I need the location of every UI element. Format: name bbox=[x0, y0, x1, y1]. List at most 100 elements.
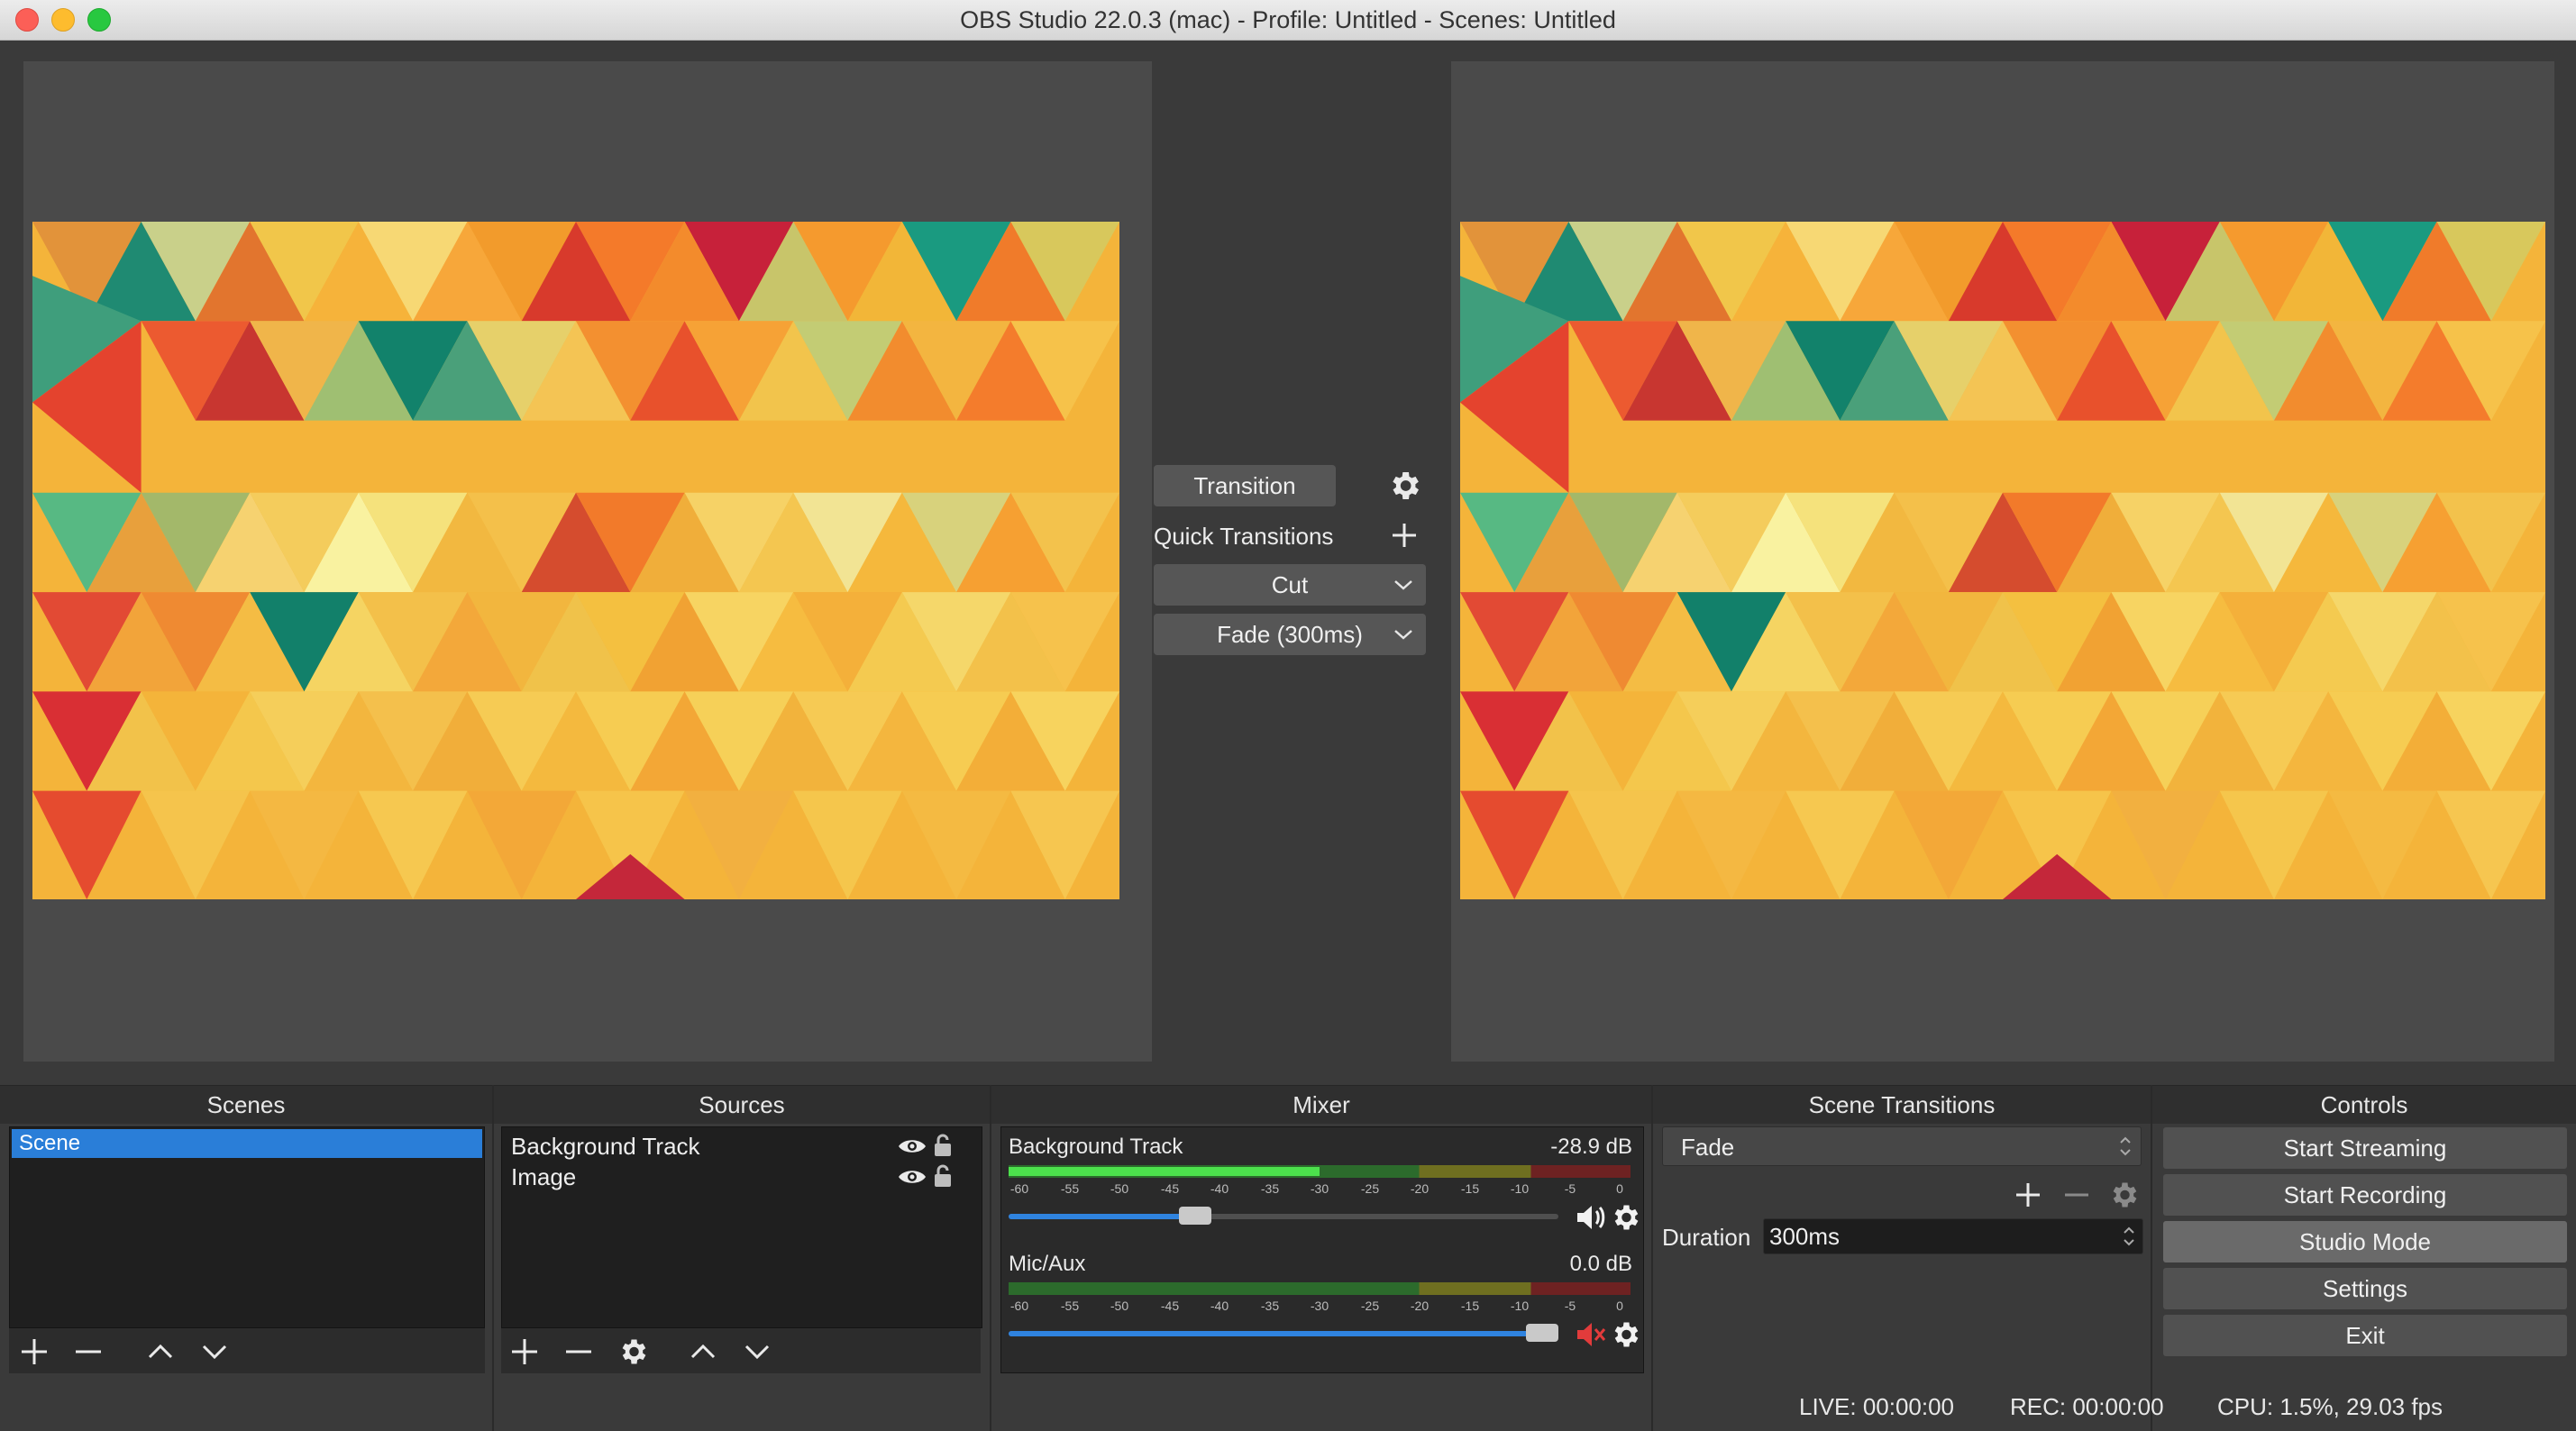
source-item[interactable]: Image bbox=[511, 1162, 971, 1192]
add-transition-icon[interactable] bbox=[2014, 1180, 2042, 1209]
add-scene-icon[interactable] bbox=[18, 1335, 50, 1368]
preview-pane[interactable] bbox=[23, 61, 1152, 1062]
transition-properties-gear-icon[interactable] bbox=[2107, 1179, 2140, 1211]
start-recording-label: Start Recording bbox=[2283, 1180, 2447, 1208]
duration-spinbox[interactable]: 300ms bbox=[1763, 1218, 2143, 1254]
volume-meter bbox=[1009, 1165, 1631, 1178]
sources-toolbar bbox=[501, 1328, 981, 1373]
exit-label: Exit bbox=[2345, 1321, 2385, 1349]
exit-button[interactable]: Exit bbox=[2163, 1315, 2567, 1356]
scenes-list[interactable]: Scene bbox=[9, 1126, 485, 1328]
meter-tick-label: -40 bbox=[1210, 1181, 1229, 1196]
settings-label: Settings bbox=[2323, 1274, 2407, 1302]
speaker-icon[interactable] bbox=[1575, 1203, 1607, 1232]
transition-gear-icon[interactable] bbox=[1386, 468, 1422, 504]
move-source-up-icon[interactable] bbox=[687, 1335, 719, 1368]
volume-slider-handle[interactable] bbox=[1526, 1324, 1558, 1342]
scene-transitions-dock-header: Scene Transitions bbox=[1653, 1085, 2151, 1124]
source-item-label: Image bbox=[511, 1163, 577, 1190]
chevron-down-icon[interactable] bbox=[1393, 626, 1413, 643]
move-scene-up-icon[interactable] bbox=[144, 1335, 177, 1368]
source-item-label: Background Track bbox=[511, 1133, 700, 1160]
cpu-status: CPU: 1.5%, 29.03 fps bbox=[2217, 1393, 2444, 1420]
meter-tick-label: 0 bbox=[1616, 1299, 1623, 1313]
remove-scene-icon[interactable] bbox=[72, 1335, 105, 1368]
duration-label: Duration bbox=[1662, 1224, 1751, 1251]
source-properties-gear-icon[interactable] bbox=[617, 1335, 649, 1368]
studio-mode-button[interactable]: Studio Mode bbox=[2163, 1221, 2567, 1262]
quick-transition-cut-label: Cut bbox=[1271, 570, 1309, 598]
scene-list-item[interactable]: Scene bbox=[12, 1129, 482, 1158]
channel-gear-icon[interactable] bbox=[1609, 1318, 1641, 1351]
scenes-title: Scenes bbox=[206, 1090, 286, 1118]
meter-tick-label: -30 bbox=[1310, 1299, 1329, 1313]
meter-tick-label: -35 bbox=[1260, 1299, 1280, 1313]
move-source-down-icon[interactable] bbox=[741, 1335, 773, 1368]
program-image bbox=[1460, 222, 2545, 899]
scenes-dock-header: Scenes bbox=[0, 1085, 492, 1124]
move-scene-down-icon[interactable] bbox=[198, 1335, 231, 1368]
meter-tick-label: -45 bbox=[1160, 1181, 1180, 1196]
visibility-eye-icon[interactable] bbox=[897, 1167, 927, 1187]
remove-transition-icon[interactable] bbox=[2062, 1180, 2091, 1209]
mixer-dock-header: Mixer bbox=[991, 1085, 1651, 1124]
mixer-channel-name: Background Track bbox=[1009, 1135, 1183, 1159]
maximize-window-button[interactable] bbox=[87, 8, 111, 32]
meter-tick-label: -60 bbox=[1009, 1299, 1029, 1313]
updown-arrows-icon[interactable] bbox=[2119, 1135, 2132, 1158]
volume-slider[interactable] bbox=[1009, 1207, 1558, 1225]
start-streaming-button[interactable]: Start Streaming bbox=[2163, 1127, 2567, 1169]
quick-transition-fade-button[interactable]: Fade (300ms) bbox=[1154, 614, 1426, 655]
meter-tick-label: -25 bbox=[1360, 1181, 1380, 1196]
mixer-channel-db: -28.9 dB bbox=[1550, 1135, 1632, 1159]
meter-tick-label: -60 bbox=[1009, 1181, 1029, 1196]
meter-tick-label: -50 bbox=[1110, 1181, 1129, 1196]
volume-slider-fill bbox=[1009, 1214, 1190, 1219]
meter-tick-label: -15 bbox=[1460, 1299, 1480, 1313]
minimize-window-button[interactable] bbox=[51, 8, 75, 32]
remove-source-icon[interactable] bbox=[562, 1335, 595, 1368]
transition-button[interactable]: Transition bbox=[1154, 465, 1336, 506]
quick-transition-cut-button[interactable]: Cut bbox=[1154, 564, 1426, 606]
dock-divider[interactable] bbox=[2151, 1085, 2152, 1431]
channel-gear-icon[interactable] bbox=[1609, 1201, 1641, 1234]
transition-button-label: Transition bbox=[1193, 471, 1296, 499]
meter-tick-label: -20 bbox=[1410, 1181, 1430, 1196]
muted-speaker-icon[interactable] bbox=[1575, 1320, 1607, 1349]
volume-slider[interactable] bbox=[1009, 1324, 1558, 1342]
lock-icon[interactable] bbox=[933, 1163, 953, 1189]
updown-arrows-icon[interactable] bbox=[2123, 1225, 2135, 1248]
meter-tick-label: -10 bbox=[1510, 1181, 1530, 1196]
dock-divider[interactable] bbox=[990, 1085, 991, 1431]
sources-list[interactable]: Background Track Image bbox=[501, 1126, 982, 1328]
dock-divider[interactable] bbox=[1651, 1085, 1653, 1431]
lock-icon[interactable] bbox=[933, 1133, 953, 1158]
settings-button[interactable]: Settings bbox=[2163, 1268, 2567, 1309]
sources-title: Sources bbox=[699, 1090, 785, 1118]
scene-transitions-title: Scene Transitions bbox=[1808, 1090, 1996, 1118]
visibility-eye-icon[interactable] bbox=[897, 1136, 927, 1156]
controls-title: Controls bbox=[2320, 1090, 2408, 1118]
meter-tick-label: -45 bbox=[1160, 1299, 1180, 1313]
add-source-icon[interactable] bbox=[508, 1335, 541, 1368]
close-window-button[interactable] bbox=[15, 8, 39, 32]
meter-tick-label: -10 bbox=[1510, 1299, 1530, 1313]
meter-tick-label: -5 bbox=[1564, 1299, 1576, 1313]
rec-status: REC: 00:00:00 bbox=[2010, 1393, 2164, 1420]
volume-meter-level bbox=[1009, 1167, 1320, 1176]
add-quick-transition-icon[interactable] bbox=[1390, 521, 1419, 550]
meter-tick-label: -20 bbox=[1410, 1299, 1430, 1313]
start-recording-button[interactable]: Start Recording bbox=[2163, 1174, 2567, 1216]
volume-slider-handle[interactable] bbox=[1179, 1207, 1211, 1225]
duration-value: 300ms bbox=[1769, 1223, 1841, 1250]
source-item[interactable]: Background Track bbox=[511, 1131, 971, 1162]
studio-mode-label: Studio Mode bbox=[2299, 1227, 2431, 1255]
meter-ticks: -60 -55 -50 -45 -40 -35 -30 -25 -20 -15 -10 -5 0 bbox=[1009, 1181, 1631, 1196]
audio-mixer: Background Track -28.9 dB -60 -55 -50 -45 -4… bbox=[1000, 1126, 1644, 1373]
quick-transitions-label: Quick Transitions bbox=[1154, 523, 1334, 550]
transition-select[interactable]: Fade bbox=[1662, 1126, 2142, 1166]
chevron-down-icon[interactable] bbox=[1393, 577, 1413, 593]
program-pane[interactable] bbox=[1451, 61, 2554, 1062]
dock-divider[interactable] bbox=[492, 1085, 494, 1431]
volume-meter bbox=[1009, 1282, 1631, 1295]
